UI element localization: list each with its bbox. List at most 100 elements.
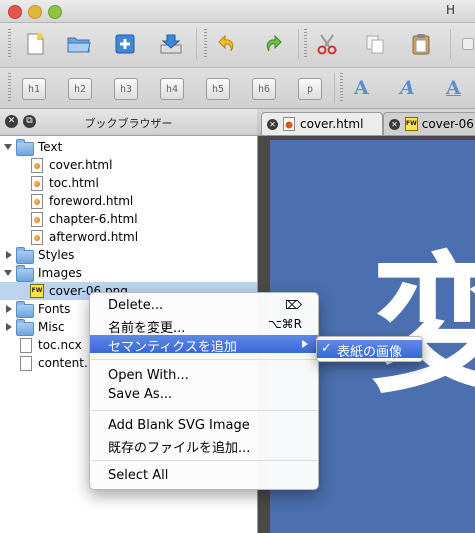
html-file-icon (31, 158, 43, 173)
cut-button[interactable] (314, 31, 340, 57)
tab-cover-html[interactable]: ✕ cover.html (261, 112, 383, 135)
save-icon (160, 34, 182, 54)
document-file-icon (20, 338, 32, 353)
heading-h4-button[interactable]: h4 (160, 78, 184, 100)
toolbar-grip[interactable] (8, 73, 11, 103)
folder-icon (16, 265, 34, 282)
add-file-button[interactable] (112, 31, 138, 57)
tree-label: Styles (38, 248, 75, 262)
folder-icon (16, 139, 34, 156)
folder-icon (16, 247, 34, 264)
window-minimize-button[interactable] (28, 5, 42, 19)
html-file-icon (283, 117, 295, 131)
tree-label: Misc (38, 320, 65, 334)
heading-h3-button[interactable]: h3 (114, 78, 138, 100)
window-title: H (446, 3, 456, 17)
menu-item-add-existing-files[interactable]: 既存のファイルを追加... (90, 436, 318, 456)
menu-item-rename[interactable]: 名前を変更... ⌥⌘R (90, 316, 318, 336)
menu-item-add-semantics[interactable]: セマンティクスを追加 (90, 335, 318, 355)
menu-item-label: Select All (108, 468, 169, 483)
semantics-submenu: ✓ 表紙の画像 (316, 336, 423, 362)
menu-item-shortcut: ⌦ (285, 298, 302, 312)
paste-icon (412, 34, 430, 55)
title-bar: H (0, 0, 475, 23)
tab-label: cover.html (300, 117, 364, 131)
undo-button[interactable] (214, 31, 240, 57)
context-menu: Delete... ⌦ 名前を変更... ⌥⌘R セマンティクスを追加 Open… (89, 292, 319, 490)
open-button[interactable] (66, 31, 92, 57)
close-tab-icon[interactable]: ✕ (389, 118, 400, 130)
generic-tool-icon (462, 38, 474, 50)
tree-label: toc.html (49, 176, 99, 190)
tab-cover-06[interactable]: ✕ FW cover-06. (383, 112, 475, 135)
redo-button[interactable] (260, 31, 286, 57)
window-zoom-button[interactable] (48, 5, 62, 19)
tree-label: toc.ncx (38, 338, 82, 352)
new-file-icon (27, 33, 44, 55)
tree-folder-images[interactable]: Images (0, 264, 257, 282)
collapsed-arrow-icon[interactable] (6, 305, 12, 313)
editor-tab-bar: ✕ cover.html ✕ FW cover-06. (257, 109, 475, 136)
heading-h1-button[interactable]: h1 (22, 78, 46, 100)
html-file-icon (31, 212, 43, 227)
tree-item-toc-html[interactable]: toc.html (0, 174, 257, 192)
paragraph-button[interactable]: p (298, 78, 322, 100)
expanded-arrow-icon[interactable] (4, 270, 12, 276)
submenu-item-label: 表紙の画像 (337, 345, 403, 360)
toolbar-separator (334, 73, 335, 103)
toolbar-separator (196, 29, 197, 59)
menu-item-save-as[interactable]: Save As... (90, 386, 318, 404)
tree-folder-text[interactable]: Text (0, 138, 257, 156)
save-button[interactable] (158, 31, 184, 57)
toolbar-separator (298, 29, 299, 59)
menu-item-shortcut: ⌥⌘R (267, 317, 302, 331)
tree-item-afterword-html[interactable]: afterword.html (0, 228, 257, 246)
cut-icon (317, 34, 337, 55)
add-file-icon (115, 34, 135, 54)
window-close-button[interactable] (8, 5, 22, 19)
italic-text-button[interactable]: A (400, 77, 415, 99)
tree-label: chapter-6.html (49, 212, 138, 226)
heading-h6-button[interactable]: h6 (252, 78, 276, 100)
tree-item-chapter-6-html[interactable]: chapter-6.html (0, 210, 257, 228)
document-file-icon (20, 356, 32, 371)
book-browser-header: ✕ ⧉ ブックブラウザー (0, 109, 257, 136)
toolbar-grip[interactable] (340, 73, 343, 103)
bold-text-button[interactable]: A (354, 77, 369, 99)
collapsed-arrow-icon[interactable] (6, 251, 12, 259)
menu-item-label: 名前を変更... (108, 321, 186, 336)
toolbar-grip[interactable] (204, 29, 207, 59)
tree-item-cover-html[interactable]: cover.html (0, 156, 257, 174)
new-file-button[interactable] (22, 31, 48, 57)
main-toolbar (0, 23, 475, 68)
toolbar-grip[interactable] (8, 29, 11, 59)
cover-title-char: 変 (370, 240, 475, 414)
heading-h2-button[interactable]: h2 (68, 78, 92, 100)
tab-label: cover-06. (421, 117, 475, 131)
menu-item-label: セマンティクスを追加 (108, 340, 237, 355)
tree-label: content. (38, 356, 88, 370)
tree-item-foreword-html[interactable]: foreword.html (0, 192, 257, 210)
tree-folder-styles[interactable]: Styles (0, 246, 257, 264)
collapsed-arrow-icon[interactable] (6, 323, 12, 331)
toolbar-grip[interactable] (304, 29, 307, 59)
toolbar-separator (450, 29, 451, 59)
menu-item-select-all[interactable]: Select All (90, 467, 318, 485)
close-tab-icon[interactable]: ✕ (267, 118, 278, 130)
undo-icon (218, 34, 234, 52)
underline-text-button[interactable]: A (446, 77, 461, 99)
menu-item-add-blank-svg[interactable]: Add Blank SVG Image (90, 417, 318, 435)
paste-button[interactable] (408, 31, 434, 57)
copy-icon (366, 35, 384, 54)
tree-label: cover.html (49, 158, 113, 172)
folder-icon (16, 301, 34, 318)
expanded-arrow-icon[interactable] (4, 144, 12, 150)
menu-item-label: Open With... (108, 368, 189, 383)
menu-item-open-with[interactable]: Open With... (90, 367, 318, 385)
submenu-item-cover-image[interactable]: ✓ 表紙の画像 (317, 340, 422, 360)
menu-item-delete[interactable]: Delete... ⌦ (90, 297, 318, 315)
more-toolbar-button[interactable] (458, 31, 475, 57)
heading-h5-button[interactable]: h5 (206, 78, 230, 100)
copy-button[interactable] (362, 31, 388, 57)
html-file-icon (31, 176, 43, 191)
